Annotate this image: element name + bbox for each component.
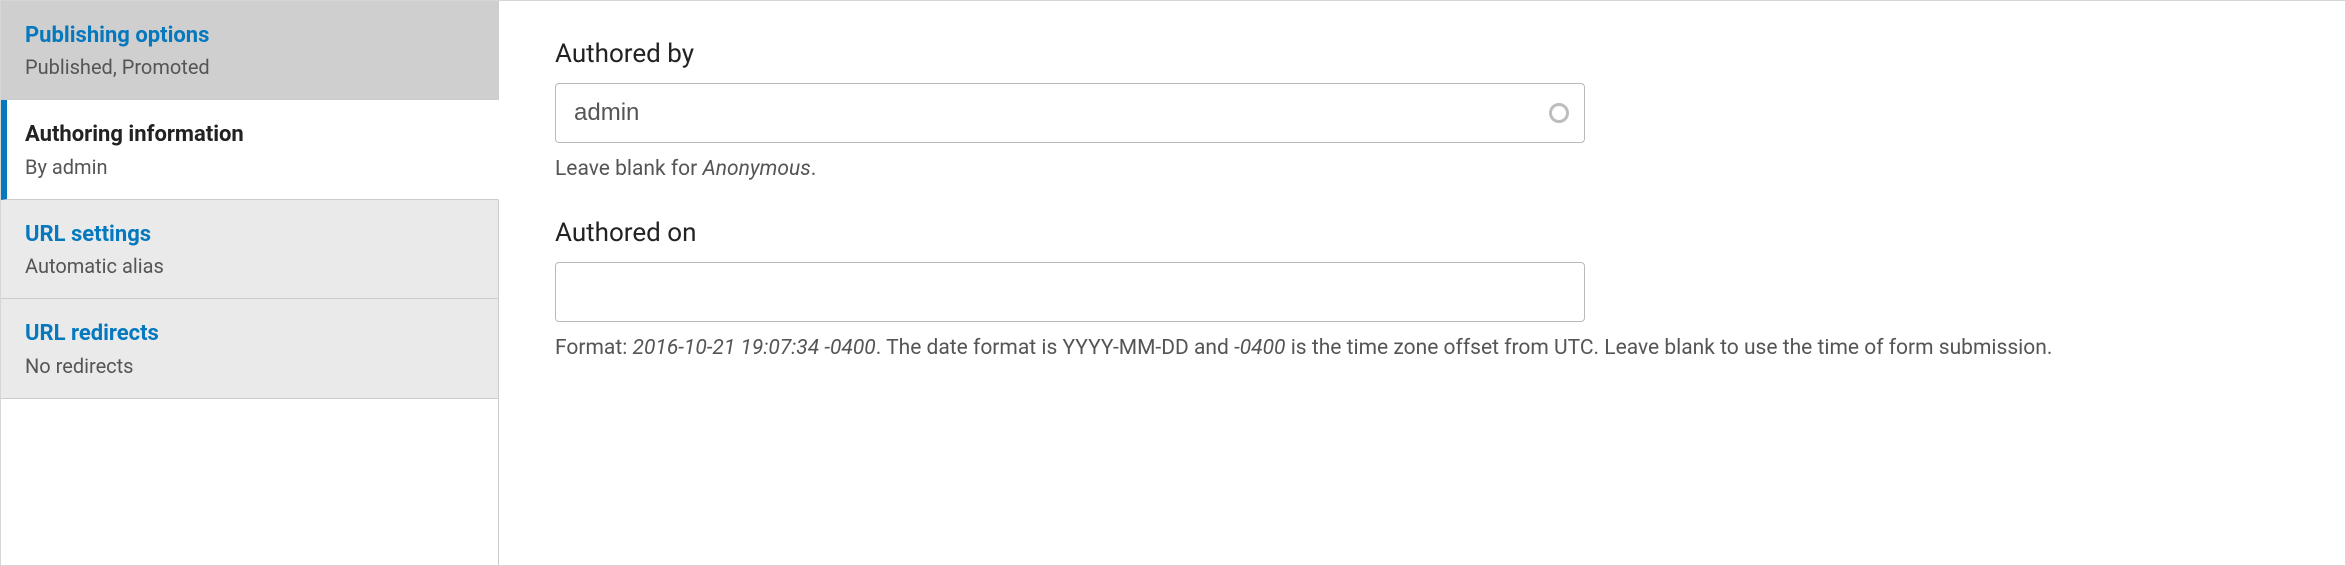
vertical-tabs: Publishing options Published, Promoted A… xyxy=(1,1,499,565)
help-text-em: 2016-10-21 19:07:34 -0400 xyxy=(633,336,876,360)
authored-on-field: Authored on Format: 2016-10-21 19:07:34 … xyxy=(555,218,2289,363)
authored-by-label: Authored by xyxy=(555,39,2289,69)
tab-subtitle: Automatic alias xyxy=(25,254,474,278)
authored-by-input-wrap xyxy=(555,83,1585,143)
help-text: is the time zone offset from UTC. Leave … xyxy=(1285,336,2052,360)
tab-title: URL settings xyxy=(25,222,474,248)
tab-publishing-options[interactable]: Publishing options Published, Promoted xyxy=(1,1,498,100)
tab-subtitle: By admin xyxy=(25,155,474,179)
editor-frame: Publishing options Published, Promoted A… xyxy=(0,0,2346,566)
help-text: Leave blank for xyxy=(555,157,702,181)
help-text-em: -0400 xyxy=(1234,336,1285,360)
help-text-em: Anonymous xyxy=(702,157,810,181)
authored-on-input[interactable] xyxy=(555,262,1585,322)
tab-url-redirects[interactable]: URL redirects No redirects xyxy=(1,299,498,398)
tab-url-settings[interactable]: URL settings Automatic alias xyxy=(1,200,498,299)
tabs-spacer xyxy=(1,399,498,565)
tab-subtitle: Published, Promoted xyxy=(25,55,474,79)
authored-by-field: Authored by Leave blank for Anonymous. xyxy=(555,39,2289,184)
authored-by-input[interactable] xyxy=(555,83,1585,143)
tab-authoring-information[interactable]: Authoring information By admin xyxy=(1,100,499,199)
tab-title: Publishing options xyxy=(25,23,474,49)
tab-subtitle: No redirects xyxy=(25,354,474,378)
tab-title: URL redirects xyxy=(25,321,474,347)
authored-by-help: Leave blank for Anonymous. xyxy=(555,155,2255,184)
help-text: Format: xyxy=(555,336,633,360)
authored-on-label: Authored on xyxy=(555,218,2289,248)
tab-title: Authoring information xyxy=(25,122,474,148)
authored-on-input-wrap xyxy=(555,262,1585,322)
authoring-information-panel: Authored by Leave blank for Anonymous. A… xyxy=(499,1,2345,565)
help-text: . xyxy=(811,157,817,181)
help-text: . The date format is YYYY-MM-DD and xyxy=(876,336,1234,360)
authored-on-help: Format: 2016-10-21 19:07:34 -0400. The d… xyxy=(555,334,2255,363)
autocomplete-throbber-icon xyxy=(1549,103,1569,123)
